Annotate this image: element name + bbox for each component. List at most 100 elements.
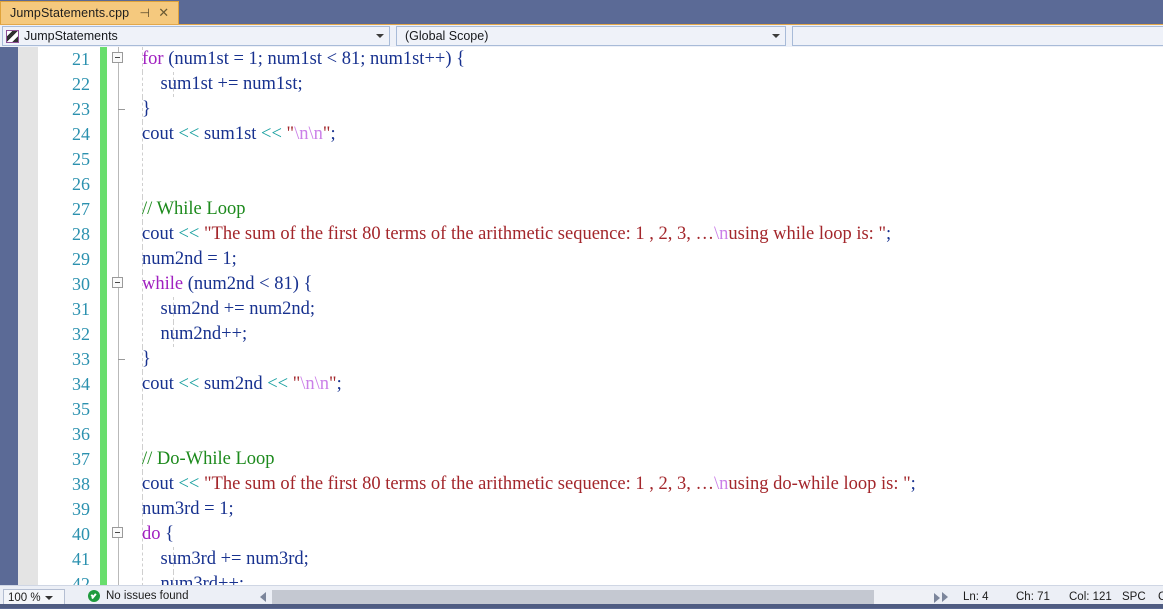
code-line[interactable]: 41 sum3rd += num3rd;: [38, 547, 1163, 572]
scrollbar-thumb[interactable]: [272, 590, 875, 604]
code-token-pl: ;: [330, 124, 336, 144]
change-bar: [100, 372, 107, 397]
code-line[interactable]: 32 num2nd++;: [38, 322, 1163, 347]
outlining-guide: [118, 72, 119, 97]
code-token-pl: }: [142, 349, 151, 369]
code-line[interactable]: 26: [38, 172, 1163, 197]
code-line[interactable]: 22 sum1st += num1st;: [38, 72, 1163, 97]
code-token-pl: num3rd = 1;: [142, 499, 234, 519]
code-token-cmt: // While Loop: [142, 199, 246, 219]
code-token-pl: num3rd++;: [142, 574, 245, 585]
code-editor[interactable]: 21 for (num1st = 1; num1st < 81; num1st++…: [0, 47, 1163, 585]
line-number: 31: [72, 299, 90, 319]
code-line-text: cout << "The sum of the first 80 terms o…: [142, 222, 891, 247]
change-bar: [100, 297, 107, 322]
change-bar: [100, 397, 107, 422]
zoom-level-label: 100 %: [8, 591, 41, 604]
outlining-guide: [118, 472, 119, 497]
scroll-more-arrow-icon[interactable]: [934, 593, 940, 603]
outlining-guide: [118, 372, 119, 397]
code-token-pl: ;: [336, 374, 342, 394]
code-line[interactable]: 27 // While Loop: [38, 197, 1163, 222]
line-number: 38: [72, 474, 90, 494]
outlining-guide: [118, 322, 119, 347]
code-token-pl: sum2nd: [199, 374, 268, 394]
pin-icon[interactable]: ⊣: [138, 6, 151, 20]
code-token-cmt: // Do-While Loop: [142, 449, 275, 469]
chevron-down-icon[interactable]: [772, 34, 780, 38]
code-text-area[interactable]: 21 for (num1st = 1; num1st < 81; num1st++…: [38, 47, 1163, 585]
code-line[interactable]: 24 cout << sum1st << "\n\n";: [38, 122, 1163, 147]
outlining-guide: [118, 197, 119, 222]
code-token-pl: sum1st: [199, 124, 262, 144]
code-line-text: cout << sum1st << "\n\n";: [142, 122, 336, 147]
visual-studio-editor-window: JumpStatements.cpp ⊣ ✕ JumpStatements (G…: [0, 0, 1163, 608]
code-token-pl: num2nd = 1;: [142, 249, 237, 269]
close-icon[interactable]: ✕: [157, 6, 170, 20]
code-line-text: num2nd = 1;: [142, 247, 237, 272]
code-line[interactable]: 42 num3rd++;: [38, 572, 1163, 585]
code-line[interactable]: 38 cout << "The sum of the first 80 terms…: [38, 472, 1163, 497]
outlining-guide: [118, 147, 119, 172]
outlining-guide: [118, 547, 119, 572]
code-line[interactable]: 21 for (num1st = 1; num1st < 81; num1st++…: [38, 47, 1163, 72]
code-token-op: <<: [178, 224, 200, 244]
code-token-pl: {: [165, 524, 175, 544]
document-tab-strip: JumpStatements.cpp ⊣ ✕: [0, 0, 1163, 24]
code-line[interactable]: 29 num2nd = 1;: [38, 247, 1163, 272]
change-bar: [100, 47, 107, 72]
line-number: 33: [72, 349, 90, 369]
change-bar: [100, 72, 107, 97]
scroll-right-arrow-icon[interactable]: [942, 592, 948, 602]
code-line[interactable]: 35: [38, 397, 1163, 422]
change-bar: [100, 247, 107, 272]
outlining-guide: [118, 222, 119, 247]
document-tab-jumpstatements-cpp[interactable]: JumpStatements.cpp ⊣ ✕: [0, 1, 179, 24]
change-bar: [100, 547, 107, 572]
chevron-down-icon[interactable]: [376, 34, 384, 38]
scrollbar-track[interactable]: [272, 590, 934, 604]
code-token-pl: }: [142, 99, 151, 119]
editor-indicator-margin[interactable]: [18, 47, 38, 585]
issues-status[interactable]: No issues found: [88, 590, 188, 602]
line-number: 27: [72, 199, 90, 219]
code-line[interactable]: 25: [38, 147, 1163, 172]
code-line-text: sum3rd += num3rd;: [142, 547, 309, 572]
code-line[interactable]: 36: [38, 422, 1163, 447]
code-line[interactable]: 37 // Do-While Loop: [38, 447, 1163, 472]
member-scope-label: (Global Scope): [405, 29, 489, 43]
code-line[interactable]: 23}: [38, 97, 1163, 122]
change-bar: [100, 522, 107, 547]
outlining-guide: [118, 447, 119, 472]
extra-scope-dropdown[interactable]: [792, 26, 1163, 46]
code-line-text: }: [142, 347, 151, 372]
line-number: 34: [72, 374, 90, 394]
member-scope-dropdown[interactable]: (Global Scope): [396, 26, 786, 46]
chevron-down-icon[interactable]: [44, 595, 53, 600]
code-token-esc: \n\n: [294, 124, 323, 144]
code-line[interactable]: 31 sum2nd += num2nd;: [38, 297, 1163, 322]
code-token-pl: ;: [886, 224, 892, 244]
line-number: 30: [72, 274, 90, 294]
outlining-guide: [118, 122, 119, 147]
collapse-block-icon[interactable]: [112, 527, 123, 538]
collapse-block-icon[interactable]: [112, 52, 123, 63]
change-bar: [100, 122, 107, 147]
collapse-block-icon[interactable]: [112, 277, 123, 288]
change-bar: [100, 347, 107, 372]
code-line[interactable]: 33}: [38, 347, 1163, 372]
code-line[interactable]: 30 while (num2nd < 81) {: [38, 272, 1163, 297]
code-line-text: sum2nd += num2nd;: [142, 297, 316, 322]
code-token-op: <<: [178, 374, 200, 394]
code-line-text: cout << sum2nd << "\n\n";: [142, 372, 342, 397]
code-line[interactable]: 28 cout << "The sum of the first 80 terms…: [38, 222, 1163, 247]
code-line[interactable]: 34 cout << sum2nd << "\n\n";: [38, 372, 1163, 397]
code-line[interactable]: 39 num3rd = 1;: [38, 497, 1163, 522]
change-bar: [100, 272, 107, 297]
scroll-left-arrow-icon[interactable]: [260, 592, 266, 602]
code-line[interactable]: 40 do {: [38, 522, 1163, 547]
code-token-op: <<: [261, 124, 282, 144]
code-token-pl: (num1st = 1; num1st < 81; num1st++) {: [168, 49, 465, 69]
change-bar: [100, 497, 107, 522]
project-scope-dropdown[interactable]: JumpStatements: [2, 26, 390, 46]
